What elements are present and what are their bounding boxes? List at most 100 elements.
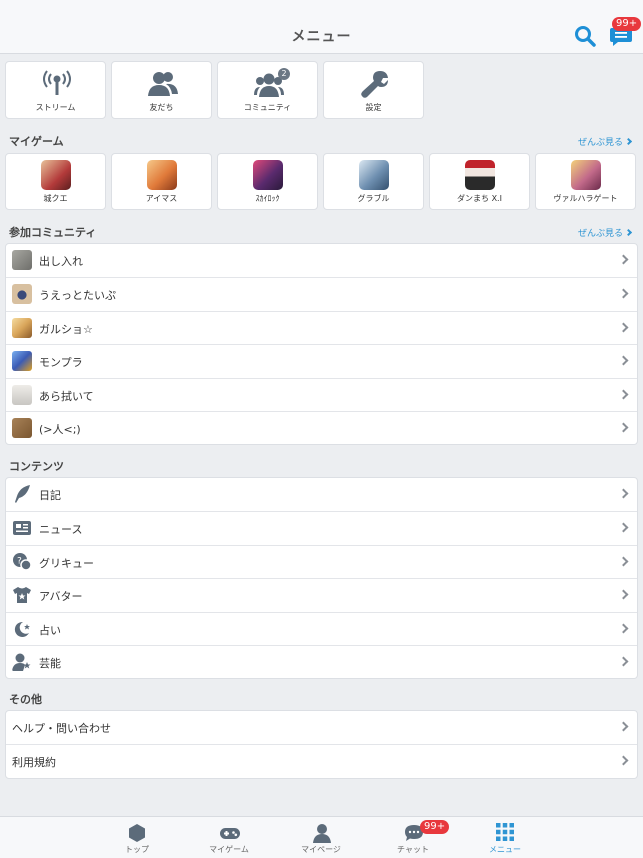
- hexagon-icon: [129, 824, 145, 842]
- community-thumbnail: [12, 417, 32, 438]
- chevron-right-icon: [624, 228, 633, 237]
- community-thumbnail: [12, 250, 32, 270]
- community-thumbnail: [12, 351, 32, 372]
- broadcast-icon: [43, 70, 71, 95]
- tshirt-icon: [12, 585, 32, 605]
- person-star-icon: [12, 652, 32, 672]
- qa-icon: ?: [12, 552, 32, 572]
- tab-menu[interactable]: メニュー: [470, 817, 540, 858]
- community-list: 出し入れ うえっとたいぷ ガルショ☆ モンプラ あら拭いて (>人<;): [5, 243, 638, 446]
- game-icon: [147, 160, 177, 190]
- game-icon: [359, 160, 389, 190]
- chevron-right-icon: [618, 389, 629, 400]
- content-label: ニュース: [39, 523, 83, 537]
- grid-icon: [496, 823, 514, 841]
- content-row-fortune[interactable]: 占い: [6, 611, 637, 645]
- chevron-right-icon: [618, 488, 629, 499]
- content-label: 日記: [39, 489, 61, 502]
- other-list: ヘルプ・問い合わせ 利用規約: [5, 710, 638, 779]
- tab-my-page[interactable]: マイページ: [286, 817, 356, 858]
- community-label: コミュニティ: [243, 103, 292, 112]
- community-button[interactable]: 2 コミュニティ: [217, 61, 318, 119]
- settings-label: 設定: [365, 103, 382, 112]
- community-row[interactable]: (>人<;): [6, 410, 637, 444]
- game-label: ｽｶｲﾛｯｸ: [255, 194, 280, 203]
- person-icon: [313, 824, 331, 843]
- community-thumbnail: [12, 284, 32, 305]
- community-thumbnail: [12, 317, 32, 338]
- chevron-right-icon: [618, 623, 629, 634]
- see-all-label: ぜんぶ見る: [577, 229, 623, 239]
- game-label: グラブル: [357, 194, 390, 203]
- game-tile[interactable]: ヴァルハラゲート: [535, 153, 636, 210]
- chevron-right-icon: [624, 137, 633, 146]
- chevron-right-icon: [618, 656, 629, 667]
- chat-badge: 99+: [612, 17, 642, 31]
- chevron-right-icon: [618, 556, 629, 567]
- community-row[interactable]: あら拭いて: [6, 377, 637, 411]
- contents-title: コンテンツ: [9, 460, 64, 473]
- community-thumbnail: [12, 384, 32, 405]
- content-row-qa[interactable]: ? グリキュー: [6, 544, 637, 578]
- newspaper-icon: [12, 518, 32, 538]
- game-tile[interactable]: ダンまち X.I: [429, 153, 530, 210]
- chevron-right-icon: [618, 355, 629, 366]
- chevron-right-icon: [618, 522, 629, 533]
- game-tile[interactable]: ｽｶｲﾛｯｸ: [217, 153, 318, 210]
- community-label: 出し入れ: [39, 255, 83, 268]
- feather-icon: [12, 484, 32, 504]
- chevron-right-icon: [618, 422, 629, 433]
- game-label: 城クエ: [43, 194, 68, 203]
- stream-button[interactable]: ストリーム: [5, 61, 106, 119]
- community-row[interactable]: モンプラ: [6, 344, 637, 377]
- contents-list: 日記 ニュース ? グリキュー アバター 占い 芸能: [5, 477, 638, 680]
- content-row-diary[interactable]: 日記: [6, 478, 637, 511]
- tab-bar: トップ マイゲーム マイページ チャット メニュー: [0, 816, 643, 858]
- help-label: ヘルプ・問い合わせ: [12, 722, 111, 735]
- community-badge: 2: [278, 68, 290, 80]
- moon-star-icon: [12, 619, 32, 639]
- game-tile[interactable]: グラブル: [323, 153, 424, 210]
- content-label: グリキュー: [39, 556, 94, 570]
- game-tile[interactable]: アイマス: [111, 153, 212, 210]
- chevron-right-icon: [618, 322, 629, 333]
- page-title: メニュー: [291, 29, 352, 45]
- see-all-label: ぜんぶ見る: [577, 138, 623, 148]
- content-row-news[interactable]: ニュース: [6, 511, 637, 544]
- chevron-right-icon: [618, 721, 629, 732]
- community-label: (>人<;): [39, 422, 81, 436]
- chevron-right-icon: [618, 288, 629, 299]
- content-label: 占い: [39, 623, 61, 637]
- friends-button[interactable]: 友だち: [111, 61, 212, 119]
- community-label: ガルショ☆: [39, 322, 93, 336]
- chevron-right-icon: [618, 589, 629, 600]
- terms-row[interactable]: 利用規約: [6, 744, 637, 777]
- terms-label: 利用規約: [12, 756, 56, 770]
- tab-my-games[interactable]: マイゲーム: [194, 817, 264, 858]
- community-row[interactable]: ガルショ☆: [6, 310, 637, 344]
- community-row[interactable]: 出し入れ: [6, 244, 637, 277]
- game-icon: [465, 160, 495, 190]
- my-games-see-all-link[interactable]: ぜんぶ見る: [577, 135, 633, 148]
- other-title: その他: [9, 693, 42, 706]
- my-games-title: マイゲーム: [9, 135, 64, 148]
- svg-text:?: ?: [17, 556, 22, 566]
- content-row-entertainment[interactable]: 芸能: [6, 644, 637, 678]
- search-icon[interactable]: [574, 25, 596, 47]
- community-row[interactable]: うえっとたいぷ: [6, 277, 637, 310]
- tab-label: マイゲーム: [209, 845, 249, 854]
- community-label: うえっとたいぷ: [39, 289, 116, 303]
- stream-label: ストリーム: [35, 103, 76, 112]
- settings-button[interactable]: 設定: [323, 61, 424, 119]
- help-row[interactable]: ヘルプ・問い合わせ: [6, 711, 637, 744]
- content-label: 芸能: [39, 656, 61, 670]
- friends-icon: [148, 72, 178, 96]
- content-row-avatar[interactable]: アバター: [6, 578, 637, 611]
- header-bar: メニュー 99+: [0, 0, 643, 54]
- communities-see-all-link[interactable]: ぜんぶ見る: [577, 226, 633, 239]
- game-icon: [41, 160, 71, 190]
- gamepad-icon: [220, 828, 240, 839]
- tab-label: メニュー: [489, 845, 521, 854]
- game-tile[interactable]: 城クエ: [5, 153, 106, 210]
- tab-top[interactable]: トップ: [102, 817, 172, 858]
